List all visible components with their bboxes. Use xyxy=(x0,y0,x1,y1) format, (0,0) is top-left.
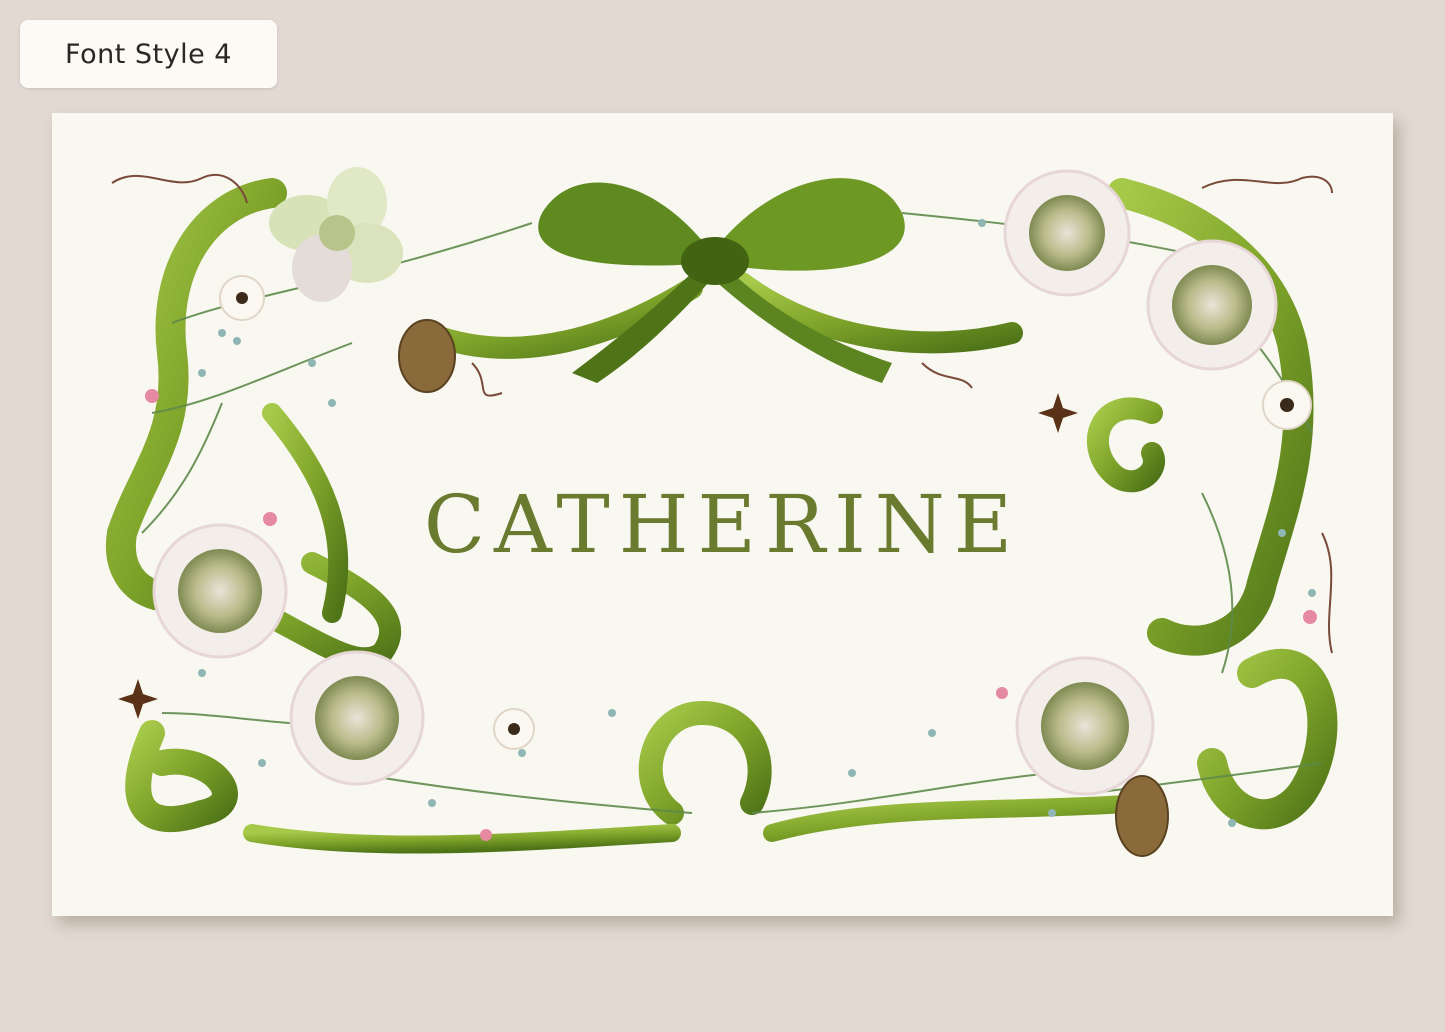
flower-bottom-left xyxy=(289,650,425,786)
ribbon-bow xyxy=(538,178,905,383)
font-style-label: Font Style 4 xyxy=(20,20,277,88)
guest-name: CATHERINE xyxy=(423,478,1022,571)
place-card: CATHERINE xyxy=(52,113,1393,916)
flower-top-right-2 xyxy=(1146,239,1278,371)
flower-top-left xyxy=(269,167,403,302)
flower-top-right-1 xyxy=(1003,169,1131,297)
flower-bottom-right xyxy=(1015,656,1155,796)
